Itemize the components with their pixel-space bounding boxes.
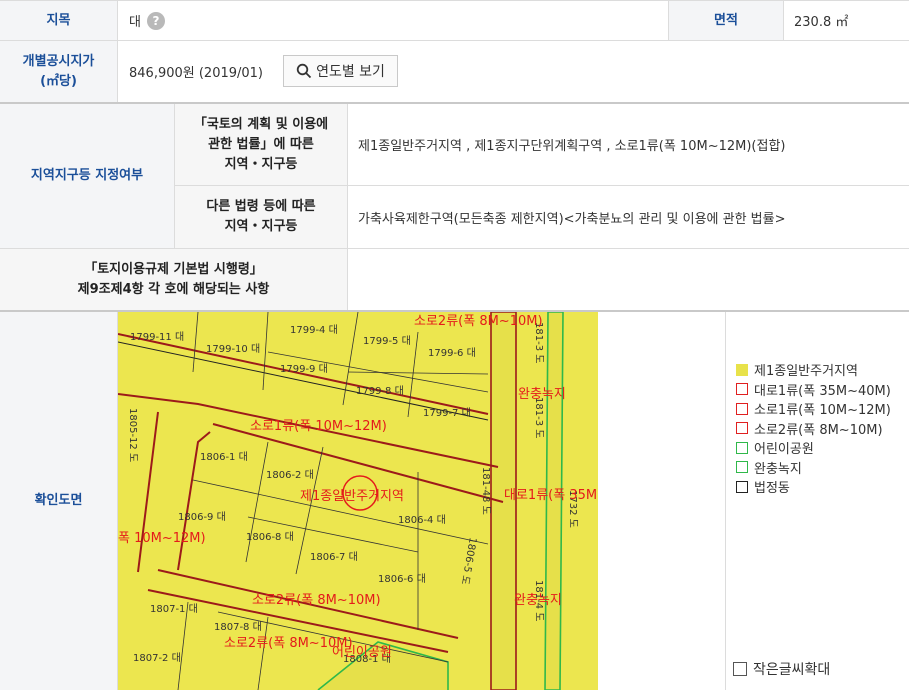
legend-swatch xyxy=(736,383,748,396)
jimok-label-text: 지목 xyxy=(46,12,71,28)
lot-label: 1799-9 대 xyxy=(280,363,328,375)
legend-swatch xyxy=(736,363,748,376)
price-label-line1: 개별공시지가 xyxy=(22,53,95,69)
legend-label: 완충녹지 xyxy=(754,461,802,477)
lot-label: 181-48 도 xyxy=(480,467,491,515)
help-icon[interactable]: ? xyxy=(146,11,165,30)
zoning-label-text: 지역지구등 지정여부 xyxy=(30,168,144,183)
year-view-button-label: 연도별 보기 xyxy=(316,64,385,80)
lot-label: 1806-6 대 xyxy=(378,573,426,585)
map-section-label-text: 확인도면 xyxy=(34,493,83,508)
lot-label: 1806-4 대 xyxy=(398,514,446,526)
lot-label: 1799-5 대 xyxy=(363,335,411,347)
law2-label: 다른 법령 등에 따른 지역・지구등 xyxy=(175,186,347,248)
lot-label: 1806-1 대 xyxy=(200,451,248,463)
road-edge xyxy=(137,411,159,573)
jimok-value: 대 xyxy=(129,15,141,30)
map-legend: 제1종일반주거지역대로1류(폭 35M~40M) 소로1류(폭 10M~12M) 소… xyxy=(726,360,909,497)
lot-label: 1806-2 대 xyxy=(266,469,314,481)
lot-label: 1799-7 대 xyxy=(423,407,471,419)
checkbox-icon xyxy=(733,662,747,676)
lot-label: 1807-2 대 xyxy=(133,652,181,664)
map-section-label: 확인도면 xyxy=(0,312,117,690)
lot-label: 1799-11 대 xyxy=(130,331,184,343)
legend-swatch xyxy=(736,480,748,493)
lot-label: 1806-9 대 xyxy=(178,511,226,523)
legend-item: 어린이공원 xyxy=(726,438,909,458)
zone-label: 어린이공원 xyxy=(332,645,392,660)
lot-label: 1806-7 대 xyxy=(310,551,358,563)
law1-value-text: 제1종일반주거지역 , 제1종지구단위계획구역 , 소로1류(폭 10M~12M… xyxy=(358,139,786,154)
small-text-zoom-checkbox[interactable]: 작은글씨확대 xyxy=(733,659,830,679)
legend-item: 제1종일반주거지역 xyxy=(726,360,909,380)
lot-label: 1805-12 도 xyxy=(127,408,138,462)
lot-label: 1806-5 도 xyxy=(459,536,478,585)
legend-label: 법정동 xyxy=(754,481,790,497)
law2-line1: 다른 법령 등에 따른 xyxy=(206,199,316,214)
area-value-text: 230.8 ㎡ xyxy=(794,15,849,30)
legend-label: 소로1류(폭 10M~12M) xyxy=(754,403,891,419)
regulation-line1: 「토지이용규제 기본법 시행령」 xyxy=(84,261,263,277)
lot-label: 1806-8 대 xyxy=(246,531,294,543)
zoning-label: 지역지구등 지정여부 xyxy=(0,104,174,248)
area-value: 230.8 ㎡ xyxy=(784,1,909,40)
lot-label: 181-3 도 xyxy=(533,397,544,438)
regulation-label: 「토지이용규제 기본법 시행령」 제9조제4항 각 호에 해당되는 사항 xyxy=(0,249,347,310)
lot-label: 1799-10 대 xyxy=(206,343,260,355)
legend-item: 완충녹지 xyxy=(726,458,909,478)
area-label: 면적 xyxy=(669,1,783,40)
legend-item: 소로1류(폭 10M~12M) xyxy=(726,399,909,419)
law2-line2: 지역・지구등 xyxy=(224,219,298,234)
legend-swatch xyxy=(736,402,748,415)
zone-label: 완충녹지 xyxy=(518,387,566,402)
zone-label: 완충녹지 xyxy=(514,593,562,608)
price-label: 개별공시지가 (㎡당) xyxy=(0,41,117,102)
legend-label: 제1종일반주거지역 xyxy=(754,364,858,380)
legend-swatch xyxy=(736,441,748,454)
search-icon xyxy=(296,63,312,79)
zone-label: 폭 10M~12M) xyxy=(118,531,206,546)
legend-item: 소로2류(폭 8M~10M) xyxy=(726,419,909,439)
legend-label: 소로2류(폭 8M~10M) xyxy=(754,422,883,438)
law2-value: 가축사육제한구역(모든축종 제한지역)<가축분뇨의 관리 및 이용에 관한 법률… xyxy=(348,186,909,248)
legend-label: 어린이공원 xyxy=(754,442,814,458)
map-canvas: 1799-11 대 1799-10 대 1799-4 대 1799-5 대 17… xyxy=(118,312,597,690)
legend-item: 대로1류(폭 35M~40M) xyxy=(726,380,909,400)
price-value-cell: 846,900원 (2019/01) xyxy=(118,41,278,102)
jimok-label: 지목 xyxy=(0,1,117,40)
law2-value-text: 가축사육제한구역(모든축종 제한지역)<가축분뇨의 관리 및 이용에 관한 법률… xyxy=(358,211,786,227)
zone-label: 소로2류(폭 8M~10M) xyxy=(414,314,543,329)
law1-line2: 관한 법률」에 따른 xyxy=(208,136,314,152)
jimok-value-cell: 대 ? xyxy=(118,1,668,40)
legend-swatch xyxy=(736,422,748,435)
law1-label: 「국토의 계획 및 이용에 관한 법률」에 따른 지역・지구등 xyxy=(175,104,347,185)
regulation-line2: 제9조제4항 각 호에 해당되는 사항 xyxy=(77,281,270,297)
lot-label: 1807-1 대 xyxy=(150,603,198,615)
lot-label: 1799-4 대 xyxy=(290,324,338,336)
year-view-button[interactable]: 연도별 보기 xyxy=(283,55,398,87)
zone-label: 소로2류(폭 8M~10M) xyxy=(252,593,381,608)
law1-line3: 지역・지구등 xyxy=(224,156,298,172)
legend-item: 법정동 xyxy=(726,477,909,497)
zone-label: 제1종일반주거지역 xyxy=(300,489,404,504)
area-label-text: 면적 xyxy=(714,12,738,28)
small-text-zoom-label: 작은글씨확대 xyxy=(753,662,831,678)
lot-label: 1799-6 대 xyxy=(428,347,476,359)
price-value: 846,900원 (2019/01) xyxy=(129,66,264,81)
lot-label: 1799-8 대 xyxy=(356,385,404,397)
lot-label: 1807-8 대 xyxy=(214,621,262,633)
zone-label: 대로1류(폭 35M xyxy=(504,488,597,503)
land-use-map[interactable]: 1799-11 대 1799-10 대 1799-4 대 1799-5 대 17… xyxy=(118,312,598,690)
legend-label: 대로1류(폭 35M~40M) xyxy=(754,383,891,399)
price-label-line2: (㎡당) xyxy=(40,73,77,89)
law1-line1: 「국토의 계획 및 이용에 xyxy=(193,116,329,132)
zone-label: 소로1류(폭 10M~12M) xyxy=(250,419,387,434)
law1-value: 제1종일반주거지역 , 제1종지구단위계획구역 , 소로1류(폭 10M~12M… xyxy=(348,104,909,185)
legend-swatch xyxy=(736,461,748,474)
regulation-value xyxy=(348,249,909,310)
